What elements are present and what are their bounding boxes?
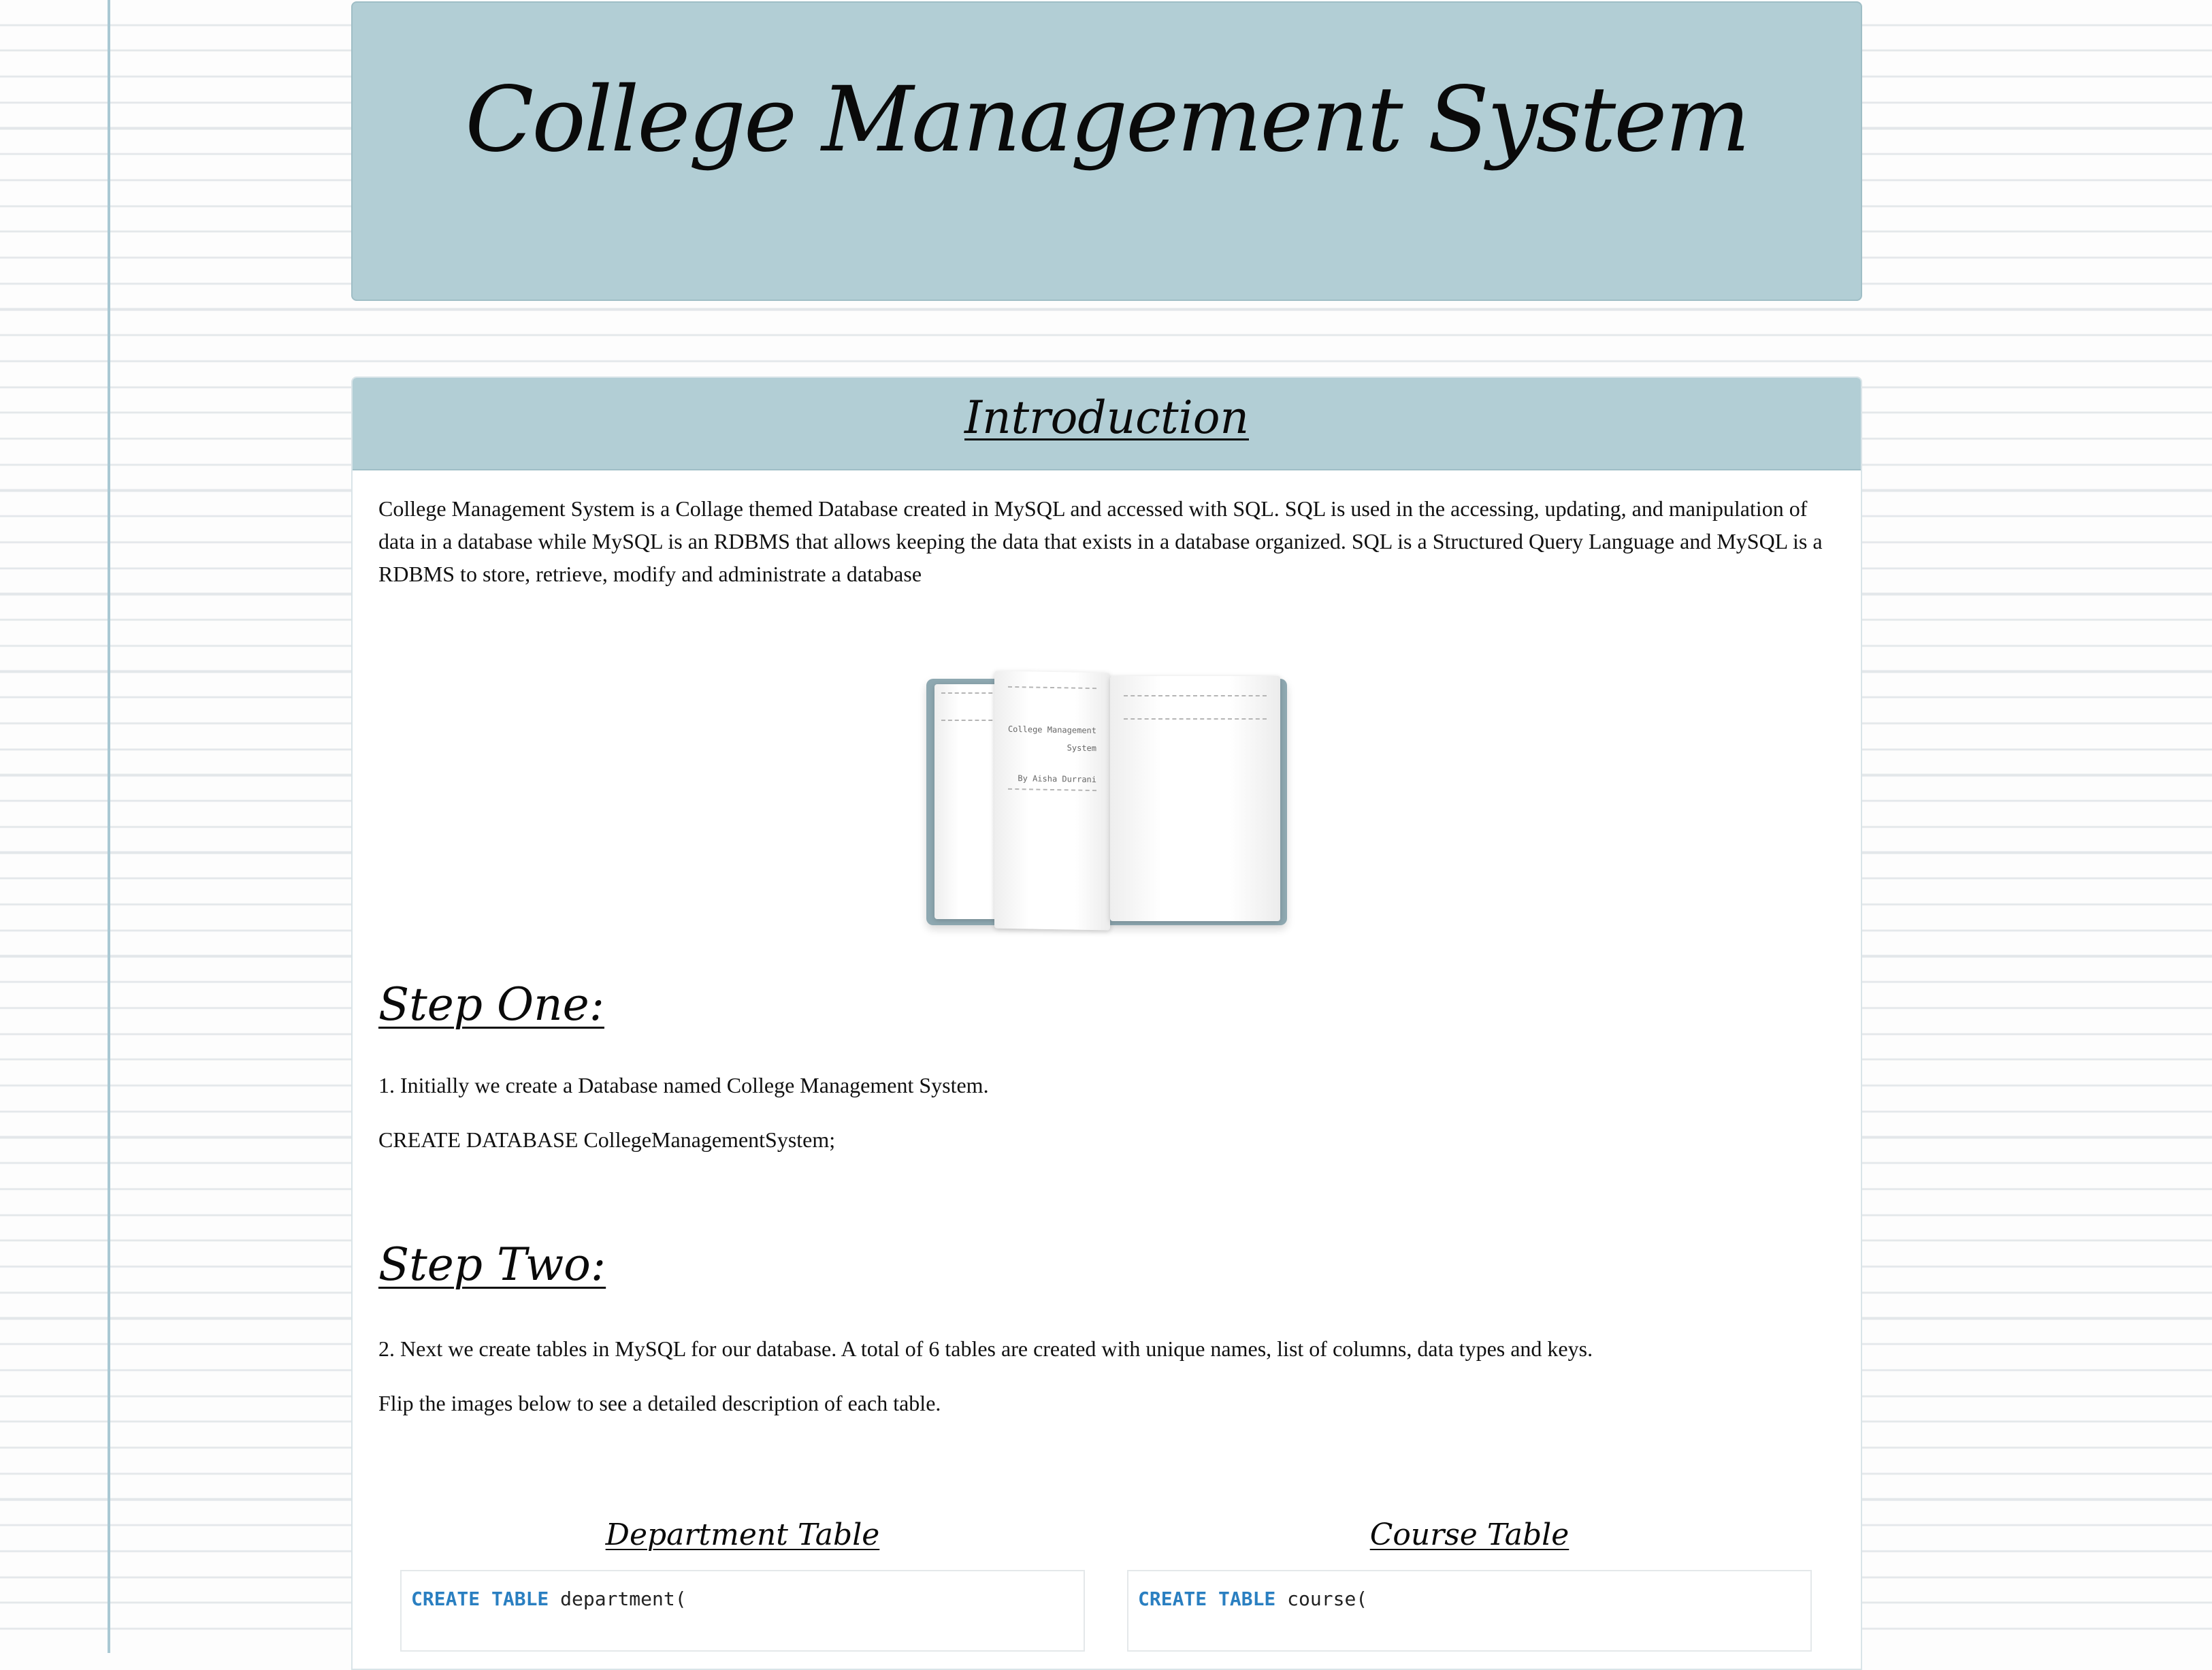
create-database-statement: CREATE DATABASE CollegeManagementSystem; [378,1127,836,1152]
step-one-heading: Step One: [378,978,604,1031]
course-table-title: Course Table [1369,1518,1569,1552]
introduction-heading: Introduction [964,391,1249,444]
flip-hint-text: Flip the images below to see a detailed … [378,1391,941,1415]
table-cards-row: Department Table CREATE TABLE department… [378,1518,1835,1654]
book-author: By Aisha Durrani [1018,773,1096,785]
course-code-block[interactable]: CREATE TABLE course( [1127,1570,1812,1652]
book-page-right [1110,676,1280,921]
step-two-heading: Step Two: [378,1238,606,1291]
step-two-text: 2. Next we create tables in MySQL for ou… [378,1336,1593,1361]
content-card: Introduction College Management System i… [351,376,1862,1670]
card-body: College Management System is a Collage t… [353,470,1861,1654]
step-one-text: 1. Initially we create a Database named … [378,1073,989,1097]
department-table-card[interactable]: Department Table CREATE TABLE department… [400,1518,1085,1652]
code-keyword: CREATE TABLE [1138,1588,1276,1610]
header-banner: College Management System [351,1,1862,301]
code-keyword: CREATE TABLE [411,1588,549,1610]
introduction-header: Introduction [353,378,1861,470]
book-title-line2: System [1067,743,1096,754]
department-table-title: Department Table [605,1518,880,1552]
course-table-card[interactable]: Course Table CREATE TABLE course( [1127,1518,1812,1652]
open-book-icon: College Management System By Aisha Durra… [926,671,1287,931]
code-text: course( [1275,1588,1368,1610]
book-page-title: College Management System By Aisha Durra… [994,671,1110,931]
book-title-line1: College Management [1007,724,1096,736]
code-text: department( [549,1588,687,1610]
introduction-text: College Management System is a Collage t… [378,496,1823,586]
notebook-margin-line [108,0,110,1653]
site-title: College Management System [465,67,1750,172]
department-code-block[interactable]: CREATE TABLE department( [400,1570,1085,1652]
